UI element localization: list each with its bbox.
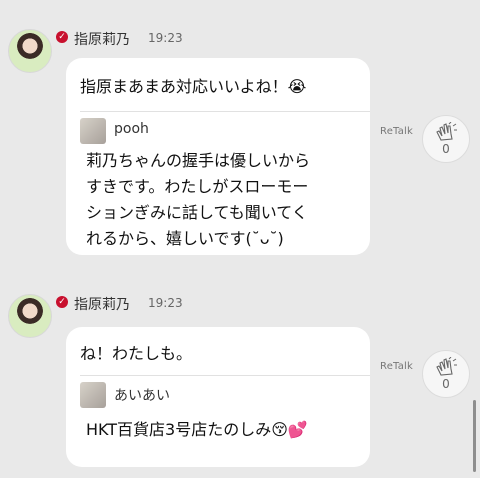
talk-post: ✓ 指原莉乃 19:23 指原まあまあ対応いいよね！😭 pooh 莉乃ちゃんの握… [0,0,480,265]
message-text: ね！わたしも。 [80,344,193,363]
quote-author[interactable]: pooh [114,121,149,137]
clap-button[interactable]: 0 [422,350,470,398]
quote-avatar[interactable] [80,382,106,408]
verified-check-icon: ✓ [56,296,68,308]
post-time: 19:23 [148,31,183,45]
scrollbar[interactable] [473,400,476,472]
clap-count: 0 [442,377,450,391]
avatar[interactable] [8,29,52,73]
quote-author[interactable]: あいあい [114,385,170,405]
message-bubble: ね！わたしも。 あいあい HKT百貨店3号店たのしみ😚💕 [66,327,370,467]
divider [80,111,370,112]
clapping-hands-icon [436,357,457,376]
message-text: 指原まあまあ対応いいよね！😭 [80,77,307,96]
avatar[interactable] [8,294,52,338]
verified-check-icon: ✓ [56,31,68,43]
retalk-button[interactable]: ReTalk [380,126,413,137]
quote-text: HKT百貨店3号店たのしみ😚💕 [86,420,308,439]
talk-post: ✓ 指原莉乃 19:23 ね！わたしも。 あいあい HKT百貨店3号店たのしみ😚… [0,265,480,478]
retalk-button[interactable]: ReTalk [380,361,413,372]
quote-text: 莉乃ちゃんの握手は優しいから すきです。わたしがスローモー ションぎみに話しても… [86,151,311,248]
author-name[interactable]: 指原莉乃 [74,29,130,49]
post-time: 19:23 [148,296,183,310]
clapping-hands-icon [436,122,457,141]
divider [80,375,370,376]
quote-avatar[interactable] [80,118,106,144]
clap-button[interactable]: 0 [422,115,470,163]
message-bubble: 指原まあまあ対応いいよね！😭 pooh 莉乃ちゃんの握手は優しいから すきです。… [66,58,370,255]
clap-count: 0 [442,142,450,156]
author-name[interactable]: 指原莉乃 [74,294,130,314]
